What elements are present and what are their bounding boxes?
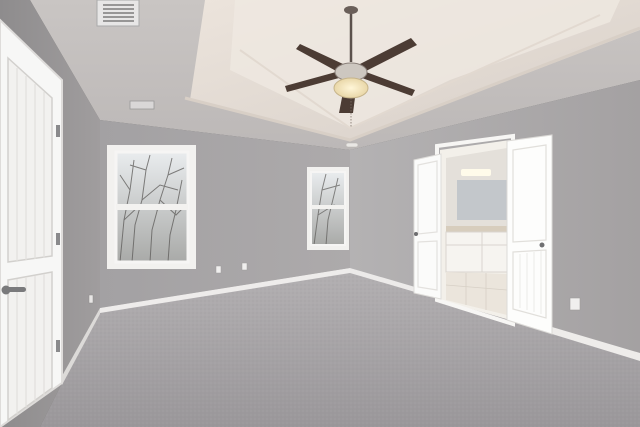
door-hinge: [56, 233, 60, 245]
right-window: [307, 167, 349, 250]
outlet: [215, 265, 222, 274]
bedroom-photo: [0, 0, 640, 427]
bathroom-door-right[interactable]: [506, 134, 553, 335]
door-knob[interactable]: [539, 242, 545, 248]
bathroom-door-left[interactable]: [413, 153, 442, 300]
outlet: [569, 297, 581, 311]
smoke-detector: [345, 142, 359, 148]
small-vent: [129, 100, 155, 110]
vanity-counter: [446, 226, 507, 232]
bathroom-doorway: [435, 133, 515, 327]
vanity-cabinet: [445, 231, 508, 273]
outlet: [241, 262, 248, 271]
door-knob[interactable]: [414, 232, 418, 236]
bathroom-mirror: [457, 180, 507, 220]
door-hinge: [56, 340, 60, 352]
bedroom-scene: [0, 0, 640, 427]
vanity-light: [461, 169, 491, 176]
closet-door[interactable]: [0, 18, 63, 427]
door-hinge: [56, 125, 60, 137]
left-window: [107, 145, 196, 269]
outlet: [88, 294, 94, 304]
